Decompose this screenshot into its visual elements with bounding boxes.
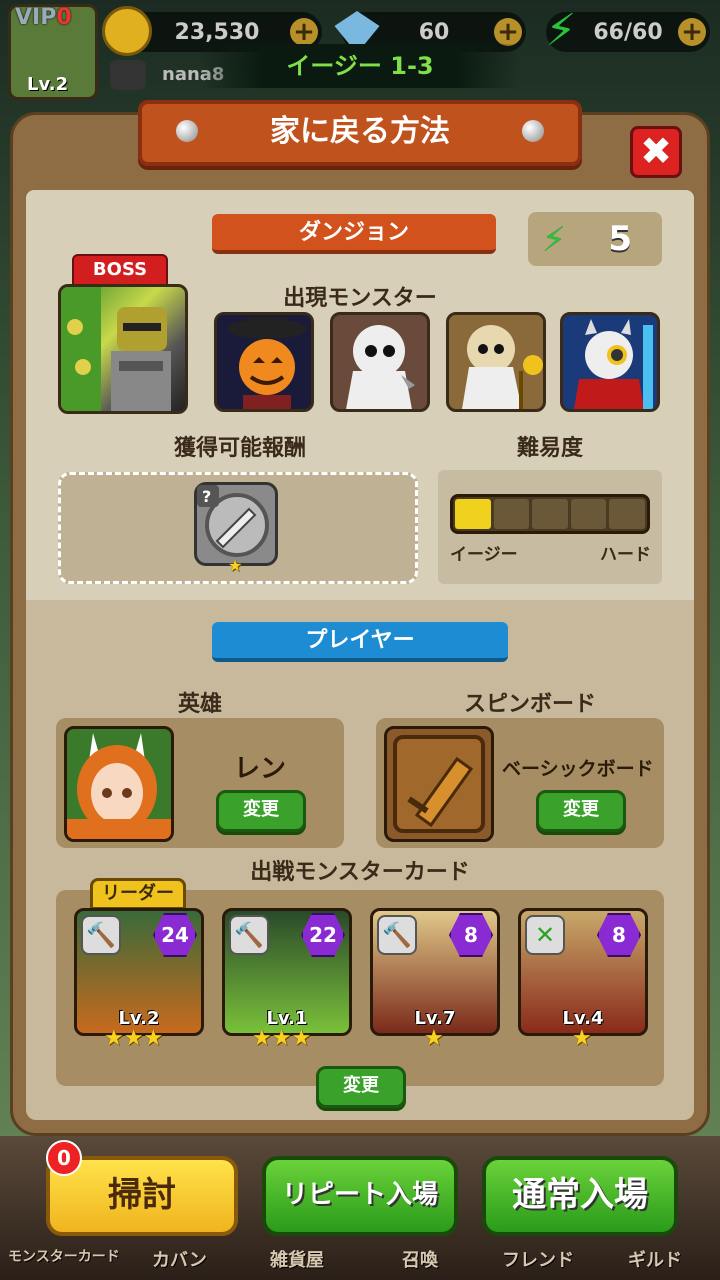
energy-cost-value: 5 [608,219,632,259]
add-gold-button[interactable]: + [290,18,318,46]
hero-girl-icon [67,733,171,839]
nav-shop[interactable]: 雑貨屋 [270,1246,324,1272]
monster-ghost-wand[interactable] [446,312,546,412]
dungeon-tab-label: ダンジョン [212,214,496,254]
monster-card-4[interactable]: ✕ 8 Lv.4 [518,908,648,1036]
card-stars: ★★★ [252,1026,312,1051]
wooden-board-icon [393,735,485,833]
card-stars: ★★★ [104,1026,164,1051]
difficulty-segment [570,499,607,529]
hammer-element-icon: 🔨 [81,915,121,955]
player-level: Lv.2 [27,74,69,95]
monster-card-2[interactable]: 🔨 22 Lv.1 [222,908,352,1036]
difficulty-hard-label: ハード [600,545,651,565]
difficulty-segment [609,499,645,529]
knight-boss-icon [61,287,171,411]
ghost-monster-icon [346,325,415,409]
board-name: ベーシックボード [502,758,654,780]
rivet-icon [176,120,198,142]
change-board-button[interactable]: 変更 [536,790,626,832]
vip-label: VIP [15,5,57,30]
board-label: スピンボード [463,692,596,717]
card-cost: 8 [449,913,493,957]
gold-value: 23,530 [174,19,260,45]
sword-reward-icon: ? [197,485,269,557]
board-portrait[interactable] [384,726,494,842]
pumpkin-monster-icon [227,317,307,409]
arrows-element-icon: ✕ [525,915,565,955]
difficulty-easy-label: イージー [450,545,518,565]
sweep-count-badge: 0 [46,1140,82,1176]
normal-entry-button[interactable]: 通常入場 [482,1156,678,1236]
difficulty-label: 難易度 [516,436,583,461]
lightning-icon: ⚡ [545,5,577,56]
cards-label: 出戦モンスターカード [250,860,470,885]
card-cost: 24 [153,913,197,957]
difficulty-segment [532,499,568,529]
difficulty-segment [455,499,491,529]
boss-monster-portrait[interactable] [58,284,188,414]
boss-tag: BOSS [72,254,168,286]
repeat-entry-button[interactable]: リピート入場 [262,1156,458,1236]
modal-title-banner: 家に戻る方法 [138,100,582,166]
stage-title: イージー 1-3 [200,44,520,88]
monster-card-1[interactable]: 🔨 24 Lv.2 [74,908,204,1036]
monster-skull-mage[interactable] [560,312,660,412]
difficulty-segment [493,499,530,529]
guild-shield-icon [110,60,146,90]
monsters-label: 出現モンスター [283,286,437,311]
top-hud: VIP0 Lv.2 23,530 + 60 + ⚡ 66/60 + nana8 … [0,0,720,110]
change-cards-button[interactable]: 変更 [316,1066,406,1108]
stamina-value: 66/60 [593,19,663,45]
monster-ghost-knife[interactable] [330,312,430,412]
modal-title: 家に戻る方法 [270,114,450,149]
leader-tag: リーダー [90,878,186,910]
gem-value: 60 [418,19,450,45]
energy-cost: ⚡ 5 [528,212,662,266]
player-avatar[interactable]: VIP0 Lv.2 [8,4,98,100]
hero-label: 英雄 [177,692,222,717]
unknown-reward-mark: ? [202,487,211,506]
hammer-element-icon: 🔨 [377,915,417,955]
close-icon[interactable]: ✖ [630,126,682,178]
hero-portrait[interactable] [64,726,174,842]
card-cost: 22 [301,913,345,957]
vip-level: 0 [56,5,72,30]
add-stamina-button[interactable]: + [678,18,706,46]
hammer-element-icon: 🔨 [229,915,269,955]
coin-icon [102,6,152,56]
reward-item[interactable]: ? [194,482,278,566]
player-tab-label: プレイヤー [212,622,508,662]
rivet-icon [522,120,544,142]
nav-monster-card[interactable]: モンスターカード [8,1246,120,1266]
nav-bag[interactable]: カバン [152,1246,207,1272]
card-stars: ★ [424,1026,444,1051]
difficulty-meter [450,494,650,534]
reward-star-icon: ★ [228,556,243,575]
card-cost: 8 [597,913,641,957]
change-hero-button[interactable]: 変更 [216,790,306,832]
monster-card-3[interactable]: 🔨 8 Lv.7 [370,908,500,1036]
lightning-icon: ⚡ [542,220,566,260]
stamina-counter: ⚡ 66/60 + [546,6,710,56]
hero-name: レン [234,754,287,784]
vip-badge: VIP0 [15,5,72,30]
nav-summon[interactable]: 召喚 [402,1246,438,1272]
rewards-label: 獲得可能報酬 [173,436,306,461]
monster-pumpkin[interactable] [214,312,314,412]
nav-friend[interactable]: フレンド [502,1246,574,1272]
card-stars: ★ [572,1026,592,1051]
skull-mage-monster-icon [574,319,653,409]
add-gem-button[interactable]: + [494,18,522,46]
ghost-wand-monster-icon [462,325,543,409]
nav-guild[interactable]: ギルド [628,1246,682,1272]
